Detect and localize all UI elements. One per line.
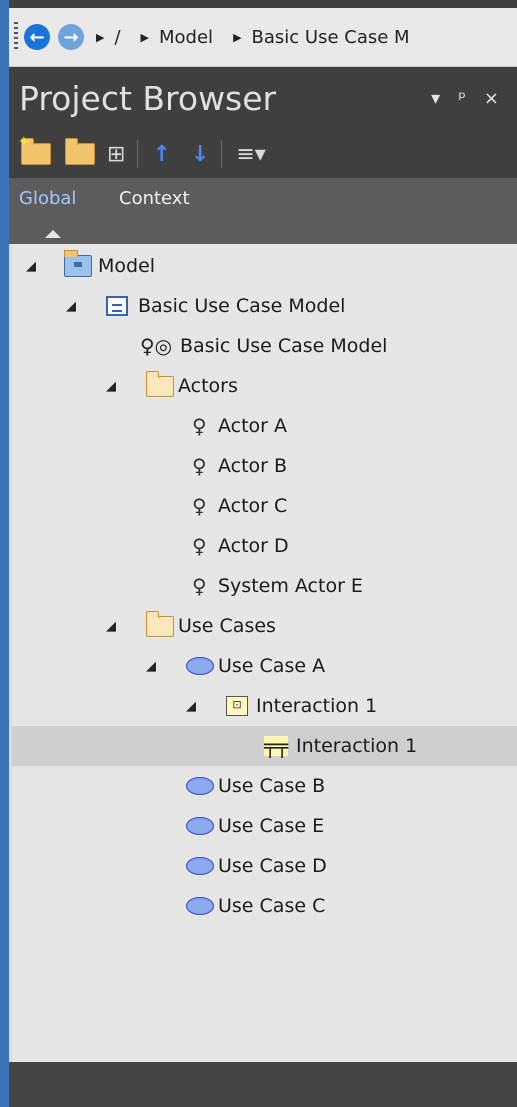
actor-icon: ♀ <box>192 414 207 438</box>
use-case-icon <box>186 657 214 675</box>
actor-icon: ♀ <box>192 454 207 478</box>
panel-options-dropdown-icon[interactable]: ▾ <box>431 88 440 109</box>
tree-item-use-case-b[interactable]: Use Case B <box>12 766 517 806</box>
panel-title-bar: Project Browser ▾ ᵖ × <box>9 66 517 130</box>
use-case-icon <box>186 817 214 835</box>
tab-global[interactable]: Global <box>19 188 76 209</box>
collapse-toggle-icon[interactable]: ◢ <box>186 699 196 714</box>
sequence-diagram-icon: ╤╤ <box>264 734 289 758</box>
tree-item-sequence-diagram[interactable]: ╤╤ Interaction 1 <box>12 726 517 766</box>
back-arrow-icon[interactable]: ← <box>24 24 50 50</box>
tree-item-use-case-c[interactable]: Use Case C <box>12 886 517 926</box>
move-up-icon: ↑ <box>152 141 171 167</box>
tree-item-system-actor-e[interactable]: ♀ System Actor E <box>12 566 517 606</box>
use-case-icon <box>186 897 214 915</box>
close-icon[interactable]: × <box>484 88 499 109</box>
use-case-diagram-icon: ♀◎ <box>140 334 173 358</box>
model-package-icon <box>64 250 92 277</box>
panel-title: Project Browser <box>19 78 277 118</box>
tree-item-actor-a[interactable]: ♀ Actor A <box>12 406 517 446</box>
actor-icon: ♀ <box>192 534 207 558</box>
panel-footer <box>9 1062 517 1107</box>
tree-item-use-case-e[interactable]: Use Case E <box>12 806 517 846</box>
toolbar-grip[interactable] <box>14 22 18 52</box>
collapse-toggle-icon[interactable]: ◢ <box>106 379 116 394</box>
breadcrumb-item-basic-use-case[interactable]: ▶ Basic Use Case M <box>233 27 410 48</box>
breadcrumb-bar: ← → ▶ / ▶ Model ▶ Basic Use Case M <box>9 8 517 67</box>
collapse-toggle-icon[interactable]: ◢ <box>106 619 116 634</box>
interaction-icon: ⊡ <box>226 696 248 716</box>
chevron-right-icon: ▶ <box>233 30 242 44</box>
breadcrumb-root[interactable]: ▶ / <box>96 27 137 48</box>
browser-menu-button[interactable]: ≡▾ <box>236 142 265 167</box>
new-diagram-button[interactable]: ⊞ <box>107 142 125 167</box>
tree-item-basic-use-case-model[interactable]: ◢ Basic Use Case Model <box>12 286 517 326</box>
move-down-icon: ↓ <box>190 141 210 167</box>
chevron-right-icon: ▶ <box>140 30 150 44</box>
menu-icon: ≡▾ <box>236 141 266 167</box>
breadcrumb-item-model[interactable]: ▶ Model <box>141 27 230 48</box>
use-case-icon <box>186 777 214 795</box>
new-folder-button[interactable] <box>65 138 95 165</box>
folder-icon <box>146 370 174 397</box>
collapse-toggle-icon[interactable]: ◢ <box>66 299 76 314</box>
actor-icon: ♀ <box>192 574 207 598</box>
tree-item-actors[interactable]: ◢ Actors <box>12 366 517 406</box>
collapse-toggle-icon[interactable]: ◢ <box>26 259 36 274</box>
tree-item-actor-d[interactable]: ♀ Actor D <box>12 526 517 566</box>
use-case-model-icon <box>106 296 128 316</box>
new-package-button[interactable]: ✦ <box>18 134 51 165</box>
collapse-toggle-icon[interactable]: ◢ <box>146 659 156 674</box>
tree-item-interaction[interactable]: ◢ ⊡ Interaction 1 <box>12 686 517 726</box>
toolbar-separator <box>221 140 223 168</box>
toolbar-separator <box>137 140 139 168</box>
tab-context[interactable]: Context <box>119 188 190 209</box>
folder-icon <box>146 610 174 637</box>
tree-item-use-cases[interactable]: ◢ Use Cases <box>12 606 517 646</box>
active-tab-indicator <box>45 230 61 238</box>
diagram-icon: ⊞ <box>107 141 126 167</box>
tree-item-use-case-diagram[interactable]: ♀◎ Basic Use Case Model <box>12 326 517 366</box>
chevron-right-icon: ▶ <box>96 30 105 44</box>
tree-item-actor-c[interactable]: ♀ Actor C <box>12 486 517 526</box>
tree-item-model[interactable]: ◢ Model <box>12 246 517 286</box>
package-icon <box>65 138 95 165</box>
move-up-button[interactable]: ↑ <box>152 142 170 167</box>
tree-item-use-case-a[interactable]: ◢ Use Case A <box>12 646 517 686</box>
new-package-icon: ✦ <box>18 134 51 165</box>
tree-item-actor-b[interactable]: ♀ Actor B <box>12 446 517 486</box>
forward-arrow-icon[interactable]: → <box>58 24 84 50</box>
window-accent-strip <box>0 0 9 1107</box>
pin-icon[interactable]: ᵖ <box>458 88 466 109</box>
move-down-button[interactable]: ↓ <box>191 142 209 167</box>
actor-icon: ♀ <box>192 494 207 518</box>
use-case-icon <box>186 857 214 875</box>
browser-tabs: Global Context <box>9 178 517 244</box>
browser-toolbar: ✦ ⊞ ↑ ↓ ≡▾ <box>9 132 517 176</box>
tree-item-use-case-d[interactable]: Use Case D <box>12 846 517 886</box>
project-tree: ◢ Model ◢ Basic Use Case Model ♀◎ Basic … <box>9 244 517 1062</box>
project-browser-panel: ← → ▶ / ▶ Model ▶ Basic Use Case M Proje… <box>9 0 517 1107</box>
